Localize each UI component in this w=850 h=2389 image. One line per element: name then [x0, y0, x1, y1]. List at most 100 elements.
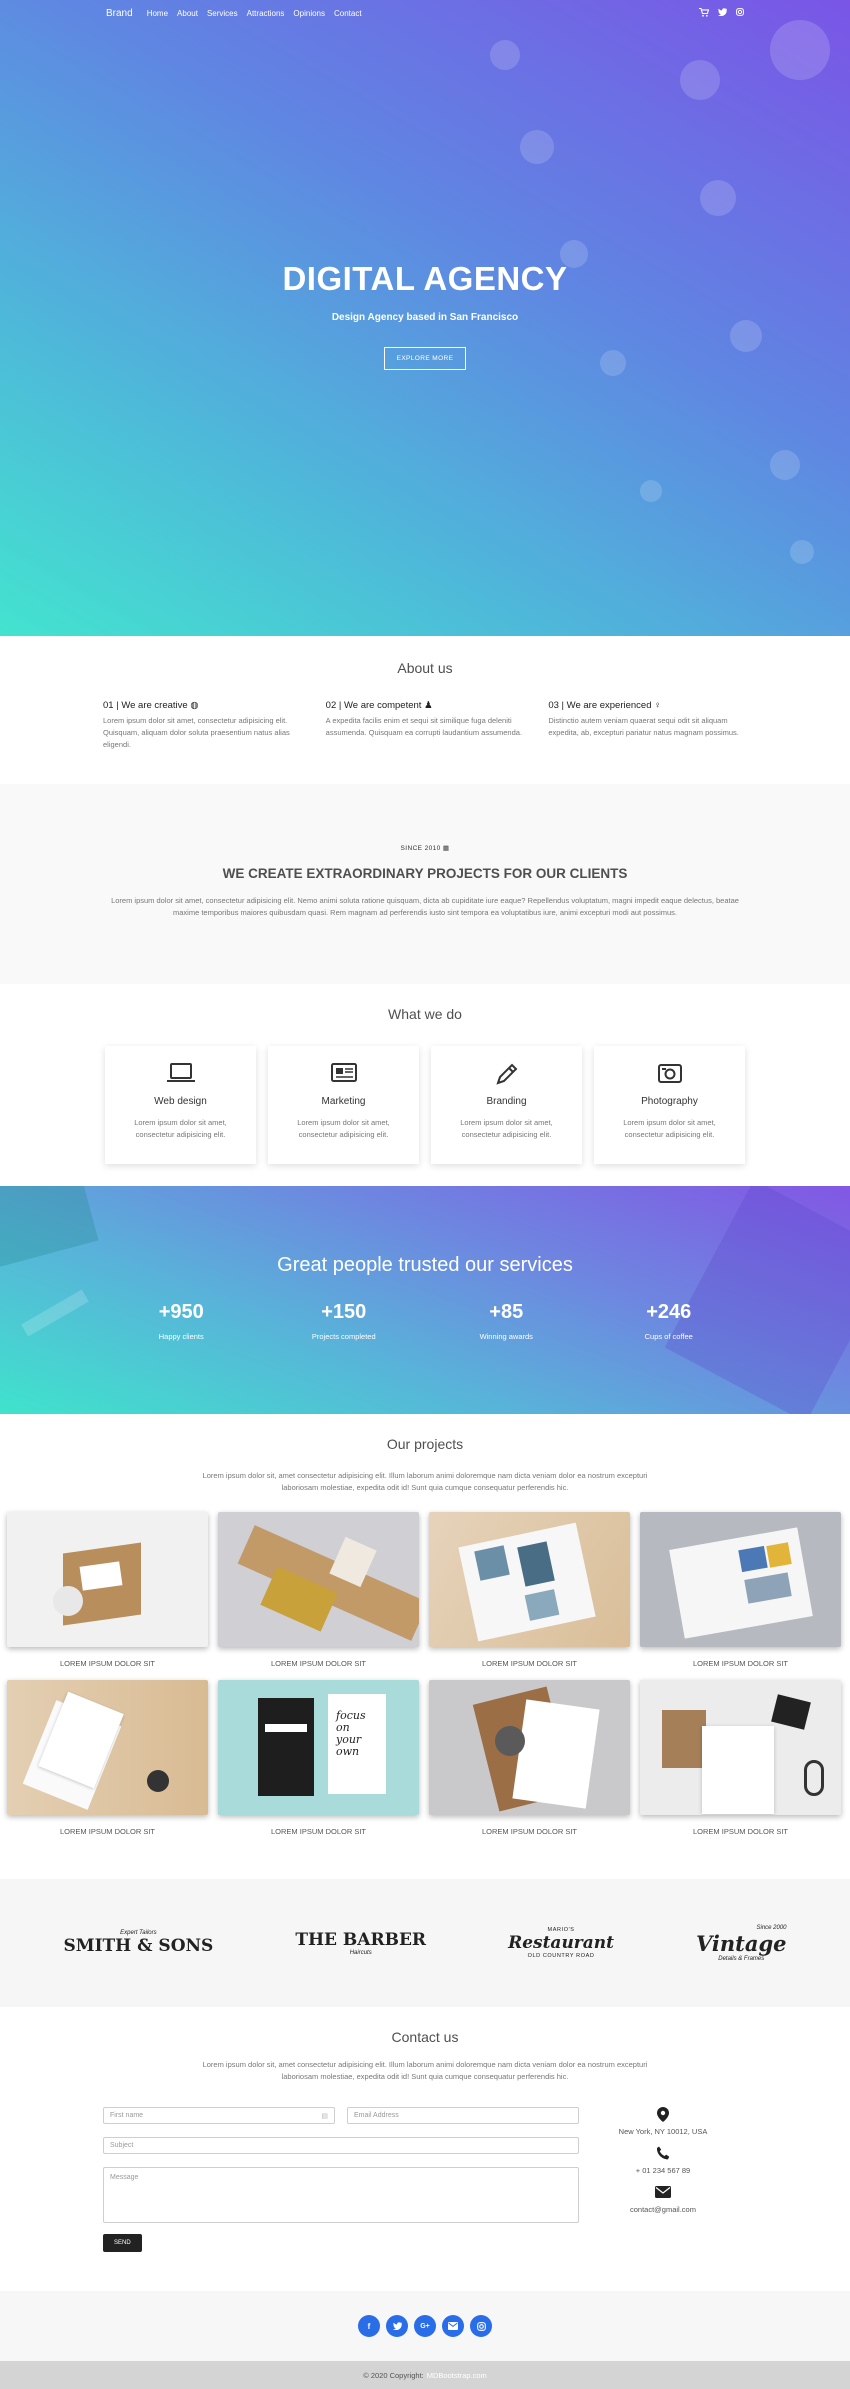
project-card[interactable]: LOREM IPSUM DOLOR SIT: [640, 1680, 841, 1836]
facebook-icon[interactable]: f: [358, 2315, 380, 2337]
email-field[interactable]: Email Address: [347, 2107, 579, 2124]
project-image[interactable]: [429, 1512, 630, 1647]
stat-label: Cups of coffee: [644, 1332, 693, 1341]
bokeh-light: [640, 480, 662, 502]
twitter-icon[interactable]: [718, 8, 727, 18]
project-image[interactable]: focus on your own: [218, 1680, 419, 1815]
bokeh-light: [700, 180, 736, 216]
about-section: About us 01 | We are creative ◍ Lorem ip…: [0, 636, 850, 784]
instagram-icon[interactable]: [736, 8, 744, 18]
send-button[interactable]: SEND: [103, 2234, 142, 2252]
service-card: Marketing Lorem ipsum dolor sit amet, co…: [268, 1046, 419, 1164]
nav-link-opinions[interactable]: Opinions: [293, 9, 325, 18]
email-text: contact@gmail.com: [630, 2205, 696, 2214]
project-caption: LOREM IPSUM DOLOR SIT: [59, 1659, 155, 1668]
stat-item: +150 Projects completed: [263, 1301, 426, 1341]
service-cards: Web design Lorem ipsum dolor sit amet, c…: [0, 1046, 850, 1164]
project-caption: LOREM IPSUM DOLOR SIT: [270, 1827, 366, 1836]
twitter-icon[interactable]: [386, 2315, 408, 2337]
service-name: Marketing: [321, 1096, 366, 1107]
subject-field[interactable]: Subject: [103, 2137, 579, 2154]
brand-logo[interactable]: Brand: [106, 8, 133, 19]
nav-link-contact[interactable]: Contact: [334, 9, 362, 18]
nav-links: Home About Services Attractions Opinions…: [147, 9, 362, 18]
google-plus-icon[interactable]: G+: [414, 2315, 436, 2337]
service-name: Photography: [641, 1096, 698, 1107]
newspaper-icon: [268, 1062, 419, 1086]
bokeh-light: [490, 40, 520, 70]
nav-link-about[interactable]: About: [177, 9, 198, 18]
notebook-lettering: focus on your own: [336, 1709, 366, 1758]
nav-link-home[interactable]: Home: [147, 9, 168, 18]
service-name: Branding: [486, 1096, 527, 1107]
contact-title: Contact us: [391, 2029, 459, 2045]
stat-number: +950: [158, 1301, 204, 1323]
contact-section: Contact us Lorem ipsum dolor sit, amet c…: [0, 2007, 850, 2291]
project-image[interactable]: [640, 1512, 841, 1647]
hero-subtitle: Design Agency based in San Francisco: [331, 312, 519, 323]
background-prop: [21, 1289, 89, 1337]
service-name: Web design: [154, 1096, 207, 1107]
logo-name: Vintage: [696, 1930, 787, 1956]
contact-body: First name ▤ Email Address Subject Messa…: [103, 2107, 747, 2252]
cart-icon[interactable]: [699, 7, 710, 19]
project-card[interactable]: LOREM IPSUM DOLOR SIT: [640, 1512, 841, 1668]
about-title: About us: [397, 660, 453, 676]
project-card[interactable]: LOREM IPSUM DOLOR SIT: [429, 1512, 630, 1668]
contact-info: New York, NY 10012, USA + 01 234 567 89 …: [579, 2107, 747, 2252]
services-title: What we do: [388, 1006, 462, 1022]
brands-section: Expert Tailors SMITH & SONS THE BARBER H…: [0, 1879, 850, 2007]
bokeh-light: [770, 450, 800, 480]
about-item-heading: 02 | We are competent ♟: [325, 700, 433, 711]
stats-title: Great people trusted our services: [277, 1254, 573, 1276]
nav-link-attractions[interactable]: Attractions: [247, 9, 285, 18]
instagram-icon[interactable]: [470, 2315, 492, 2337]
services-section: What we do Web design Lorem ipsum dolor …: [0, 984, 850, 1186]
project-caption: LOREM IPSUM DOLOR SIT: [270, 1659, 366, 1668]
stat-item: +950 Happy clients: [100, 1301, 263, 1341]
bokeh-light: [770, 20, 830, 80]
since-text: Lorem ipsum dolor sit amet, consectetur …: [111, 896, 739, 917]
globe-icon: ◍: [190, 700, 199, 711]
project-card[interactable]: focus on your own LOREM IPSUM DOLOR SIT: [218, 1680, 419, 1836]
project-image[interactable]: [7, 1512, 208, 1647]
address-text: New York, NY 10012, USA: [618, 2127, 708, 2136]
projects-intro: Lorem ipsum dolor sit, amet consectetur …: [202, 1471, 648, 1492]
project-card[interactable]: LOREM IPSUM DOLOR SIT: [218, 1512, 419, 1668]
project-image[interactable]: [7, 1680, 208, 1815]
nav-link-services[interactable]: Services: [207, 9, 238, 18]
logo-subline: OLD COUNTRY ROAD: [527, 1953, 595, 1959]
map-marker-icon: [579, 2107, 747, 2125]
project-card[interactable]: LOREM IPSUM DOLOR SIT: [7, 1680, 208, 1836]
hero-content: DIGITAL AGENCY Design Agency based in Sa…: [0, 260, 850, 370]
about-item: 02 | We are competent ♟ A expedita facil…: [326, 700, 525, 751]
phone-icon: [579, 2146, 747, 2164]
pencil-icon: [431, 1062, 582, 1086]
social-bar: f G+: [0, 2291, 850, 2361]
logo-name: THE BARBER: [295, 1930, 427, 1950]
bokeh-light: [790, 540, 814, 564]
about-item: 01 | We are creative ◍ Lorem ipsum dolor…: [103, 700, 302, 751]
about-item-heading: 03 | We are experienced ♀: [548, 700, 662, 711]
project-card[interactable]: LOREM IPSUM DOLOR SIT: [7, 1512, 208, 1668]
service-card: Photography Lorem ipsum dolor sit amet, …: [594, 1046, 745, 1164]
project-card[interactable]: LOREM IPSUM DOLOR SIT: [429, 1680, 630, 1836]
brand-logo-vintage: Since 2000 Vintage Details & Frames: [696, 1925, 787, 1962]
address-info: New York, NY 10012, USA: [579, 2107, 747, 2136]
email-icon[interactable]: [442, 2315, 464, 2337]
about-columns: 01 | We are creative ◍ Lorem ipsum dolor…: [103, 700, 747, 751]
about-item-text: A expedita facilis enim et sequi sit sim…: [325, 716, 523, 737]
bokeh-light: [680, 60, 720, 100]
camera-icon: [594, 1062, 745, 1086]
project-image[interactable]: [640, 1680, 841, 1815]
service-text: Lorem ipsum dolor sit amet, consectetur …: [297, 1118, 390, 1139]
copyright-link[interactable]: MDBootstrap.com: [427, 2371, 487, 2380]
message-field[interactable]: Message: [103, 2167, 579, 2223]
contact-intro: Lorem ipsum dolor sit, amet consectetur …: [202, 2060, 648, 2081]
stat-item: +246 Cups of coffee: [588, 1301, 751, 1341]
phone-text: + 01 234 567 89: [635, 2166, 691, 2175]
project-image[interactable]: [429, 1680, 630, 1815]
project-image[interactable]: [218, 1512, 419, 1647]
explore-more-button[interactable]: EXPLORE MORE: [383, 347, 467, 370]
first-name-field[interactable]: First name ▤: [103, 2107, 335, 2124]
